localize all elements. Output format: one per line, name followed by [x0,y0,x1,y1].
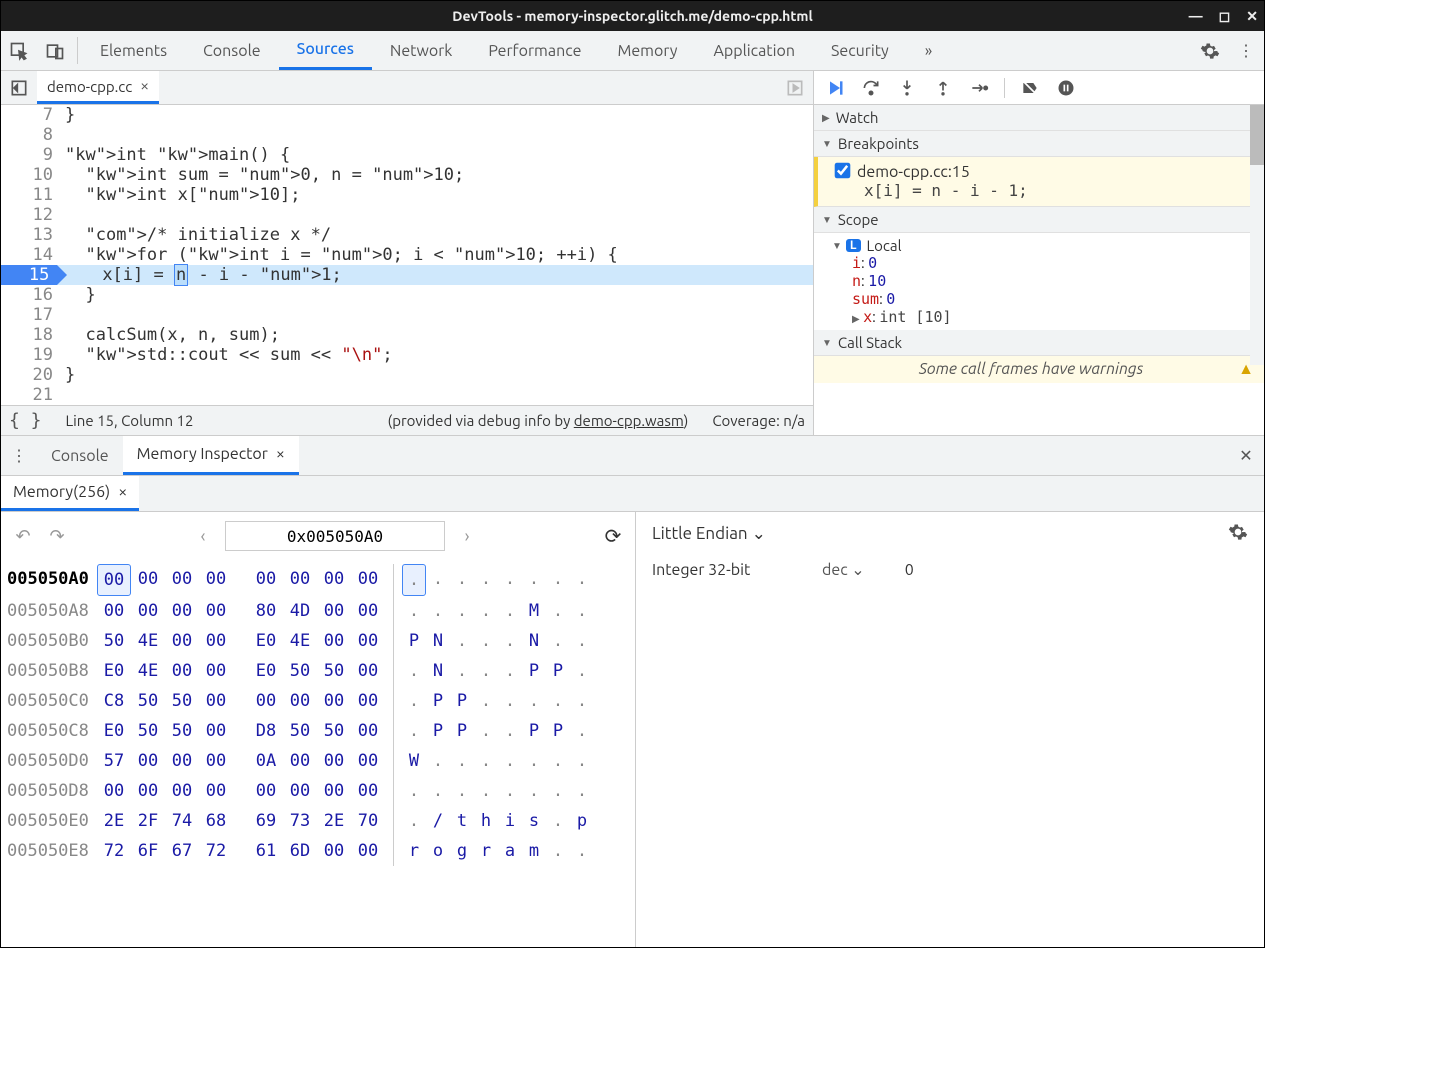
chevron-down-icon: ⌄ [752,524,766,543]
var-n: n: 10 [852,272,1254,290]
window-titlebar: DevTools - memory-inspector.glitch.me/de… [1,1,1264,31]
interpreter-row: Integer 32-bit dec ⌄ 0 [652,560,1248,579]
debugger-toolbar [814,71,1264,105]
scope-body: ▼LLocal i: 0 n: 10 sum: 0 ▶ x: int [10] [814,233,1264,330]
callstack-warning: Some call frames have warnings ▲ [814,356,1264,383]
run-snippet-icon[interactable] [777,71,813,104]
tab-more-icon[interactable]: » [907,31,951,70]
tab-console[interactable]: Console [185,31,279,70]
coverage-status: Coverage: n/a [712,412,805,429]
kebab-menu-icon[interactable]: ⋮ [1228,31,1264,70]
code-editor[interactable]: 7}89"kw">int "kw">main() {10 "kw">int su… [1,105,813,405]
file-tab-demo-cpp[interactable]: demo-cpp.cc × [37,71,159,104]
device-toolbar-icon[interactable] [37,31,73,70]
hex-viewer: ↶ ↷ ‹ › ⟳ 005050A00000000000000000......… [1,512,636,947]
tab-security[interactable]: Security [813,31,907,70]
devtools-tabbar: Elements Console Sources Network Perform… [1,31,1264,71]
memory-tab[interactable]: Memory(256) × [1,476,139,511]
editor-status-bar: { } Line 15, Column 12 (provided via deb… [1,405,813,435]
redo-icon[interactable]: ↷ [45,526,69,547]
address-input[interactable] [225,521,445,551]
undo-icon[interactable]: ↶ [11,526,35,547]
step-icon[interactable] [968,77,990,99]
cursor-position: Line 15, Column 12 [66,412,194,429]
drawer-close-icon[interactable]: ✕ [1228,436,1264,475]
close-icon[interactable]: × [276,445,285,463]
scope-local[interactable]: ▼LLocal [832,237,1254,254]
drawer-menu-icon[interactable]: ⋮ [1,436,37,475]
breakpoint-checkbox[interactable] [835,163,851,179]
navigator-toggle-icon[interactable] [1,71,37,104]
breakpoint-item[interactable]: demo-cpp.cc:15 x[i] = n - i - 1; [814,157,1264,207]
interp-value: 0 [905,561,914,579]
endianness-select[interactable]: Little Endian ⌄ [652,524,766,544]
hex-toolbar: ↶ ↷ ‹ › ⟳ [1,512,635,560]
interp-type: Integer 32-bit [652,561,782,579]
tab-elements[interactable]: Elements [82,31,185,70]
tab-performance[interactable]: Performance [470,31,599,70]
file-tab-label: demo-cpp.cc [47,78,132,95]
divider [77,37,78,64]
drawer-tabbar: ⋮ Console Memory Inspector × ✕ [1,436,1264,476]
tab-application[interactable]: Application [695,31,813,70]
scope-section[interactable]: ▼Scope [814,207,1264,233]
step-into-icon[interactable] [896,77,918,99]
file-tabbar: demo-cpp.cc × [1,71,813,105]
pretty-print-icon[interactable]: { } [9,410,42,431]
next-page-icon[interactable]: › [455,526,479,546]
inspect-element-icon[interactable] [1,31,37,70]
debugger-pane: ▶Watch ▼Breakpoints demo-cpp.cc:15 x[i] … [814,71,1264,435]
hex-grid[interactable]: 005050A00000000000000000........005050A8… [1,560,635,870]
window-minimize-icon[interactable]: — [1189,8,1203,25]
tab-memory[interactable]: Memory [599,31,695,70]
debug-info-source: (provided via debug info by demo-cpp.was… [388,412,689,429]
memory-tabbar: Memory(256) × [1,476,1264,512]
window-maximize-icon[interactable]: ◻ [1219,8,1231,25]
settings-gear-icon[interactable] [1192,31,1228,70]
close-icon[interactable]: × [140,77,149,95]
drawer-tab-console[interactable]: Console [37,436,123,475]
prev-page-icon[interactable]: ‹ [191,526,215,546]
value-interpreter: Little Endian ⌄ Integer 32-bit dec ⌄ 0 [636,512,1264,947]
var-x[interactable]: ▶ x: int [10] [852,308,1254,326]
tab-network[interactable]: Network [372,31,470,70]
callstack-section[interactable]: ▼Call Stack [814,330,1264,356]
drawer-tab-memory-inspector[interactable]: Memory Inspector × [123,436,299,475]
window-close-icon[interactable]: ✕ [1246,8,1258,25]
wasm-link[interactable]: demo-cpp.wasm [574,412,684,429]
watch-section[interactable]: ▶Watch [814,105,1264,131]
refresh-icon[interactable]: ⟳ [601,524,625,548]
pause-on-exceptions-icon[interactable] [1055,77,1077,99]
var-sum: sum: 0 [852,290,1254,308]
tab-sources[interactable]: Sources [279,31,372,70]
interpreter-settings-icon[interactable] [1228,522,1248,546]
scrollbar[interactable] [1250,105,1264,365]
window-title: DevTools - memory-inspector.glitch.me/de… [452,8,812,24]
step-out-icon[interactable] [932,77,954,99]
resume-icon[interactable] [824,77,846,99]
step-over-icon[interactable] [860,77,882,99]
interp-format-select[interactable]: dec ⌄ [822,560,865,579]
divider [1004,78,1005,98]
var-i: i: 0 [852,254,1254,272]
breakpoints-section[interactable]: ▼Breakpoints [814,131,1264,157]
close-icon[interactable]: × [118,483,127,501]
deactivate-breakpoints-icon[interactable] [1019,77,1041,99]
breakpoint-code: x[i] = n - i - 1; [836,181,1254,200]
